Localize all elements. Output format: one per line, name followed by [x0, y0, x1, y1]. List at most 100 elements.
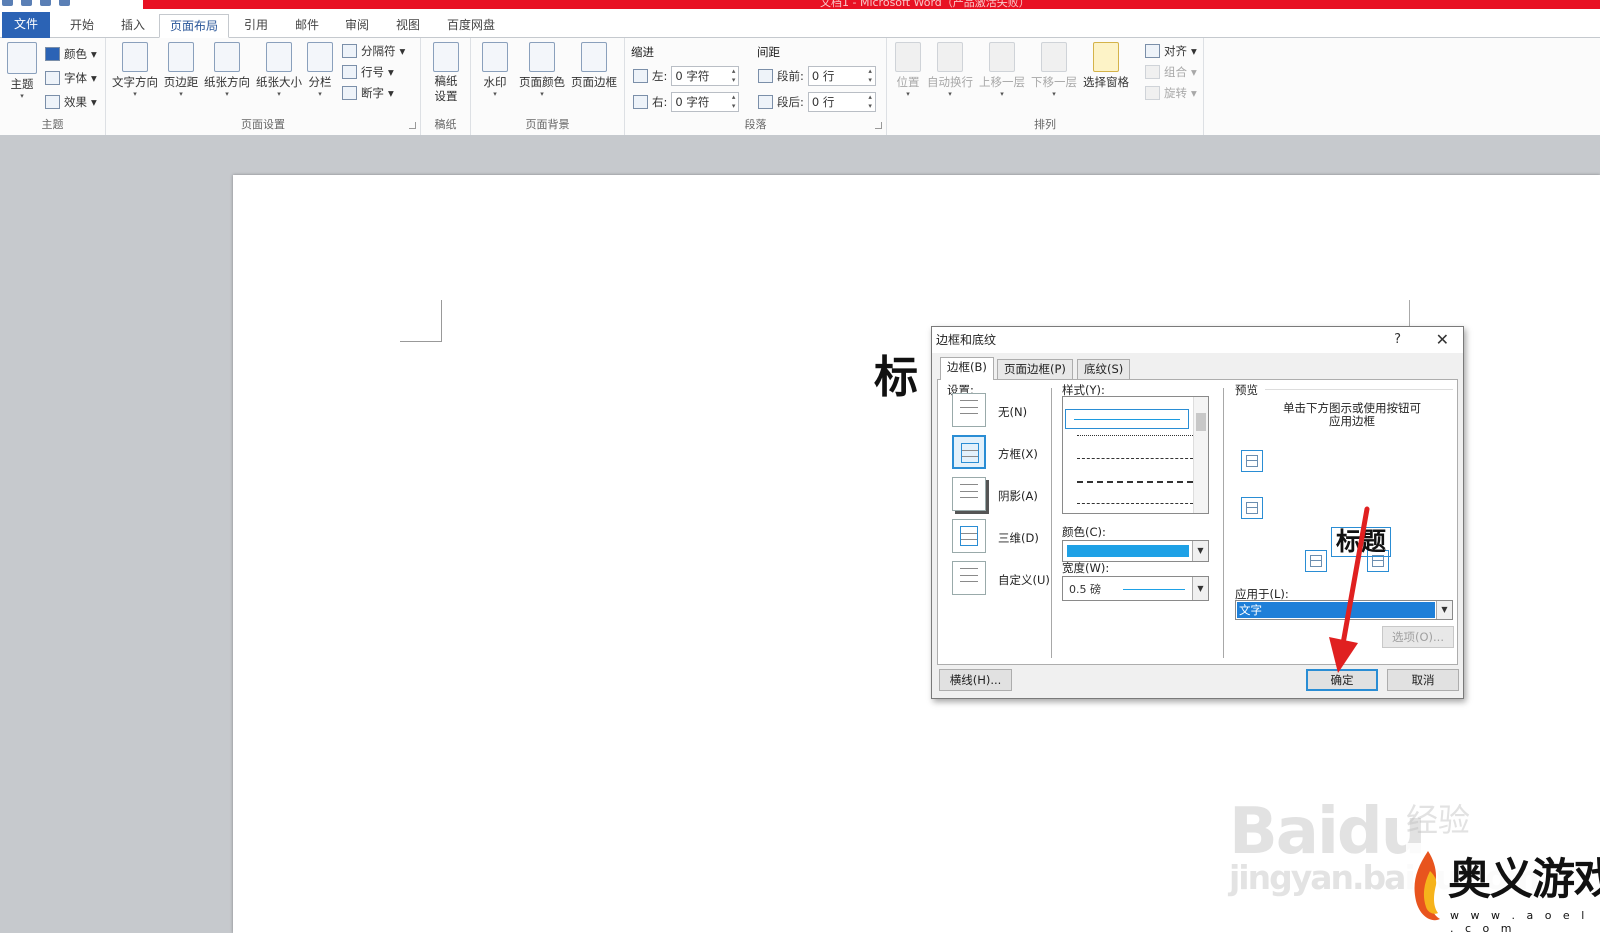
page-color-button[interactable]: 页面颜色 ▾: [517, 42, 567, 99]
horizontal-line-button[interactable]: 横线(H)...: [939, 669, 1012, 691]
wrap-text-button[interactable]: 自动换行 ▾: [925, 42, 975, 99]
line-numbers-button[interactable]: 行号 ▾: [342, 64, 394, 80]
chevron-down-icon[interactable]: ▼: [1192, 541, 1208, 561]
site-logo-url: w w w . a o e l . c o m: [1450, 909, 1589, 933]
cancel-button[interactable]: 取消: [1387, 669, 1459, 691]
text-direction-button[interactable]: 文字方向 ▾: [110, 42, 160, 99]
theme-colors-button[interactable]: 颜色 ▾: [45, 46, 97, 62]
bottom-border-icon: [1246, 502, 1258, 514]
help-button[interactable]: ?: [1394, 327, 1401, 353]
tab-mailings[interactable]: 邮件: [287, 14, 327, 38]
group-label: 页面背景: [525, 118, 570, 131]
page-borders-button[interactable]: 页面边框: [569, 42, 619, 90]
word-icon: [2, 0, 13, 6]
style-dashed[interactable]: [1077, 458, 1193, 459]
selection-pane-button[interactable]: 选择窗格: [1081, 42, 1131, 90]
setting-3d-icon[interactable]: [952, 519, 986, 553]
tab-borders[interactable]: 边框(B): [940, 357, 994, 380]
tab-view[interactable]: 视图: [388, 14, 428, 38]
width-select[interactable]: 0.5 磅 ▼: [1062, 576, 1209, 601]
tab-references[interactable]: 引用: [236, 14, 276, 38]
group-page-setup: 文字方向 ▾ 页边距 ▾ 纸张方向 ▾ 纸张大小 ▾ 分栏 ▾ 分隔符 ▾ 行号 ▾ 断字 ▾ …: [106, 38, 421, 135]
watermark-button[interactable]: 水印 ▾: [477, 42, 513, 99]
columns-button[interactable]: 分栏 ▾: [306, 42, 334, 99]
tab-file[interactable]: 文件: [2, 12, 50, 38]
style-long-dash[interactable]: [1077, 481, 1193, 483]
options-button[interactable]: 选项(O)...: [1382, 626, 1454, 648]
paragraph-launcher[interactable]: [875, 122, 882, 129]
wrap-text-icon: [937, 42, 963, 72]
send-backward-button[interactable]: 下移一层 ▾: [1029, 42, 1079, 99]
document-heading[interactable]: 标: [874, 350, 918, 406]
style-scrollbar[interactable]: [1193, 397, 1208, 513]
margins-button[interactable]: 页边距 ▾: [162, 42, 200, 99]
color-select[interactable]: ▼: [1062, 540, 1209, 562]
rotate-icon: [1145, 86, 1160, 100]
setting-box-label[interactable]: 方框(X): [998, 446, 1038, 462]
setting-box-icon[interactable]: [952, 435, 986, 469]
indent-left-input[interactable]: 0 字符: [671, 66, 740, 86]
top-border-button[interactable]: [1241, 450, 1263, 472]
preview-label: 预览: [1235, 383, 1258, 397]
group-label: 段落: [744, 118, 767, 131]
spacing-before-input[interactable]: 0 行: [807, 66, 876, 86]
selection-pane-icon: [1093, 42, 1119, 72]
columns-icon: [307, 42, 333, 72]
close-button[interactable]: ✕: [1436, 327, 1449, 353]
chevron-down-icon[interactable]: ▼: [1192, 577, 1208, 600]
indent-right-input[interactable]: 0 字符: [671, 92, 740, 112]
size-button[interactable]: 纸张大小 ▾: [254, 42, 304, 99]
group-label: 主题: [41, 118, 64, 131]
tab-shading[interactable]: 底纹(S): [1077, 359, 1131, 380]
bring-forward-button[interactable]: 上移一层 ▾: [977, 42, 1027, 99]
page-setup-launcher[interactable]: [409, 122, 416, 129]
align-button[interactable]: 对齐 ▾: [1145, 43, 1197, 59]
chevron-down-icon[interactable]: ▼: [1436, 601, 1452, 619]
orientation-button[interactable]: 纸张方向 ▾: [202, 42, 252, 99]
style-solid[interactable]: [1065, 409, 1189, 429]
redo-icon[interactable]: [59, 0, 70, 6]
color-swatch: [1067, 545, 1189, 557]
spacing-after-icon: [758, 95, 773, 109]
site-logo: 奥义游戏网 w w w . a o e l . c o m: [1406, 843, 1600, 933]
tab-page-border[interactable]: 页面边框(P): [997, 359, 1073, 380]
setting-custom-icon[interactable]: [952, 561, 986, 595]
theme-fonts-button[interactable]: 字体 ▾: [45, 70, 97, 86]
crop-mark-left: [400, 300, 442, 342]
themes-button[interactable]: 主题 ▾: [6, 42, 38, 101]
bring-forward-icon: [989, 42, 1015, 72]
manuscript-setup-button[interactable]: 稿纸 设置: [429, 42, 463, 104]
send-backward-icon: [1041, 42, 1067, 72]
breaks-button[interactable]: 分隔符 ▾: [342, 43, 405, 59]
setting-none-label[interactable]: 无(N): [998, 404, 1027, 420]
setting-custom-label[interactable]: 自定义(U): [998, 572, 1050, 588]
left-border-button[interactable]: [1305, 550, 1327, 572]
setting-3d-label[interactable]: 三维(D): [998, 530, 1039, 546]
window-title-bar: 文档1 - Microsoft Word（产品激活失败）: [0, 0, 1600, 9]
bottom-border-button[interactable]: [1241, 497, 1263, 519]
setting-shadow-icon[interactable]: [952, 477, 986, 511]
setting-none-icon[interactable]: [952, 393, 986, 427]
spacing-after-input[interactable]: 0 行: [807, 92, 876, 112]
style-dotted[interactable]: [1077, 435, 1193, 436]
tab-insert[interactable]: 插入: [113, 14, 153, 38]
setting-shadow-label[interactable]: 阴影(A): [998, 488, 1038, 504]
indent-left-icon: [633, 69, 648, 83]
rotate-button[interactable]: 旋转 ▾: [1145, 85, 1197, 101]
hyphenation-button[interactable]: 断字 ▾: [342, 85, 394, 101]
save-icon[interactable]: [21, 0, 32, 6]
group-objects-button[interactable]: 组合 ▾: [1145, 64, 1197, 80]
position-button[interactable]: 位置 ▾: [893, 42, 923, 99]
tab-baidu-netdisk[interactable]: 百度网盘: [441, 14, 501, 38]
crop-mark-right: [1409, 300, 1410, 328]
theme-effects-button[interactable]: 效果 ▾: [45, 94, 97, 110]
align-icon: [1145, 44, 1160, 58]
indent-right-icon: [633, 95, 648, 109]
page-borders-icon: [581, 42, 607, 72]
tab-home[interactable]: 开始: [62, 14, 102, 38]
tab-review[interactable]: 审阅: [337, 14, 377, 38]
tab-page-layout[interactable]: 页面布局: [159, 14, 229, 38]
border-style-list[interactable]: [1062, 396, 1209, 514]
style-dash-dot[interactable]: [1077, 503, 1193, 504]
undo-icon[interactable]: [40, 0, 51, 6]
